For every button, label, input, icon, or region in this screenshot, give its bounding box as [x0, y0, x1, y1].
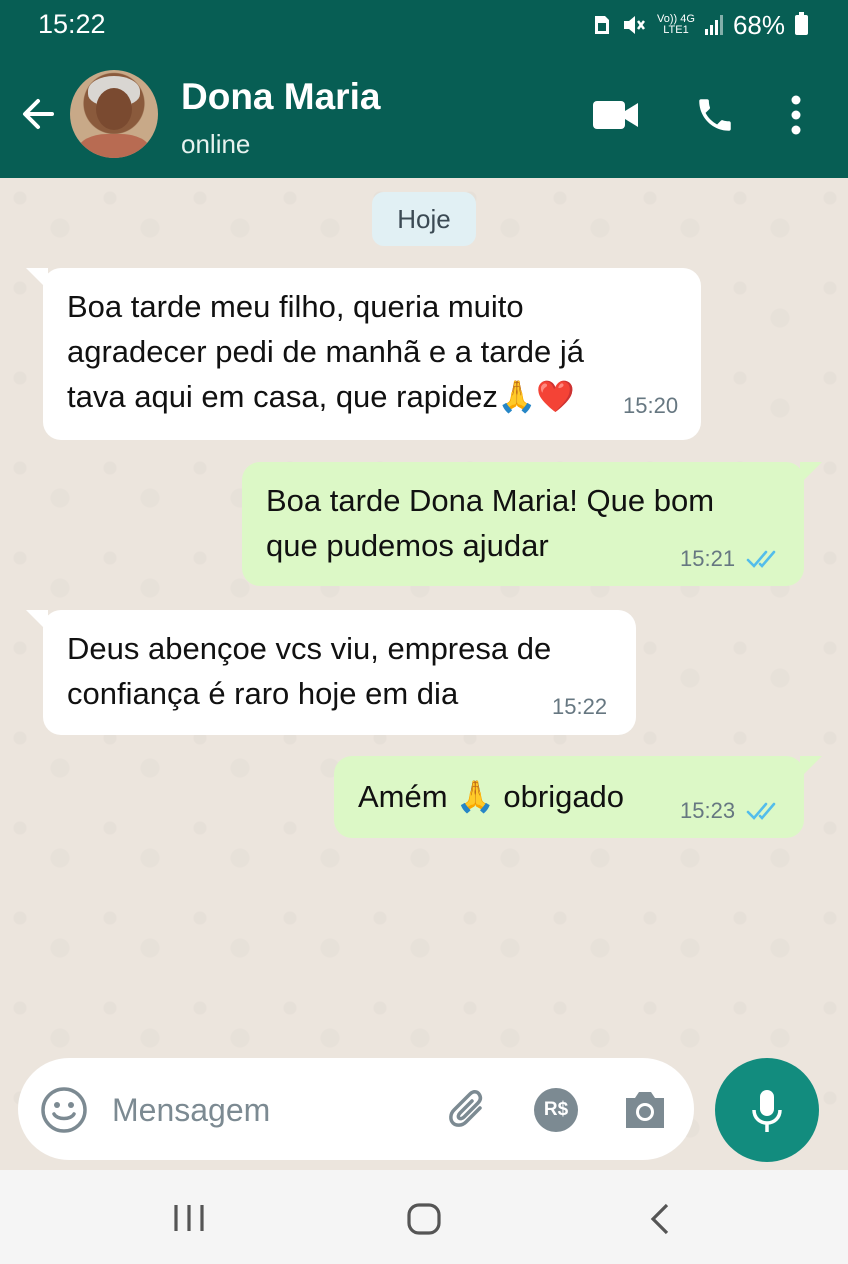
message-text-line: Boa tarde meu filho, queria muito: [67, 289, 524, 324]
read-ticks-icon: [746, 802, 776, 820]
message-time: 15:20: [623, 393, 679, 418]
chat-header: Dona Maria online: [0, 50, 848, 178]
signal-icon: [704, 15, 723, 35]
payment-rs-icon[interactable]: R$: [534, 1088, 578, 1132]
status-time: 15:22: [38, 9, 106, 39]
video-call-icon[interactable]: [592, 98, 640, 132]
message-incoming[interactable]: Deus abençoe vcs viu, empresa de confian…: [43, 610, 636, 735]
message-text-line: confiança é raro hoje em dia: [67, 676, 459, 711]
read-ticks-icon: [746, 550, 776, 568]
phone-icon[interactable]: [694, 94, 736, 136]
message-time: 15:23: [680, 798, 736, 823]
network-label: Vo)) 4G LTE1: [657, 13, 695, 36]
message-text-line: Deus abençoe vcs viu, empresa de: [67, 631, 552, 666]
message-outgoing[interactable]: Boa tarde Dona Maria! Que bom que pudemo…: [242, 462, 804, 586]
battery-icon: [795, 12, 808, 35]
avatar[interactable]: [70, 70, 158, 158]
message-time: 15:22: [552, 694, 608, 719]
attach-icon[interactable]: [446, 1088, 494, 1136]
mic-icon: [752, 1090, 782, 1132]
camera-icon[interactable]: [622, 1088, 668, 1132]
message-text-line: Boa tarde Dona Maria! Que bom: [266, 483, 715, 518]
status-bar: 15:22 Vo)) 4G LTE1 68%: [0, 0, 848, 50]
back-nav-icon[interactable]: [648, 1202, 672, 1236]
message-time: 15:21: [680, 546, 736, 571]
mic-button[interactable]: [715, 1058, 819, 1162]
recent-apps-icon[interactable]: [172, 1202, 206, 1234]
contact-name[interactable]: Dona Maria: [181, 76, 380, 118]
emoji-icon[interactable]: [40, 1086, 88, 1134]
message-text-line: tava aqui em casa, que rapidez🙏❤️: [67, 379, 576, 414]
back-arrow-icon[interactable]: [18, 94, 58, 134]
mute-icon: [624, 16, 646, 34]
contact-status: online: [181, 129, 251, 159]
message-composer: Mensagem R$: [18, 1058, 694, 1160]
message-incoming[interactable]: Boa tarde meu filho, queria muito agrade…: [43, 268, 701, 440]
date-chip: Hoje: [372, 192, 476, 246]
sim-card-icon: [595, 16, 610, 34]
chat-area[interactable]: Hoje Boa tarde meu filho, queria muito a…: [0, 178, 848, 1170]
message-input[interactable]: Mensagem: [112, 1092, 270, 1129]
status-icons: Vo)) 4G LTE1 68%: [593, 10, 808, 40]
message-outgoing[interactable]: Amém 🙏 obrigado 15:23: [334, 756, 804, 838]
battery-percent: 68%: [732, 9, 785, 40]
more-vertical-icon[interactable]: [788, 94, 804, 136]
home-icon[interactable]: [406, 1202, 442, 1236]
message-text-line: agradecer pedi de manhã e a tarde já: [67, 334, 585, 369]
system-nav-bar: [0, 1170, 848, 1264]
